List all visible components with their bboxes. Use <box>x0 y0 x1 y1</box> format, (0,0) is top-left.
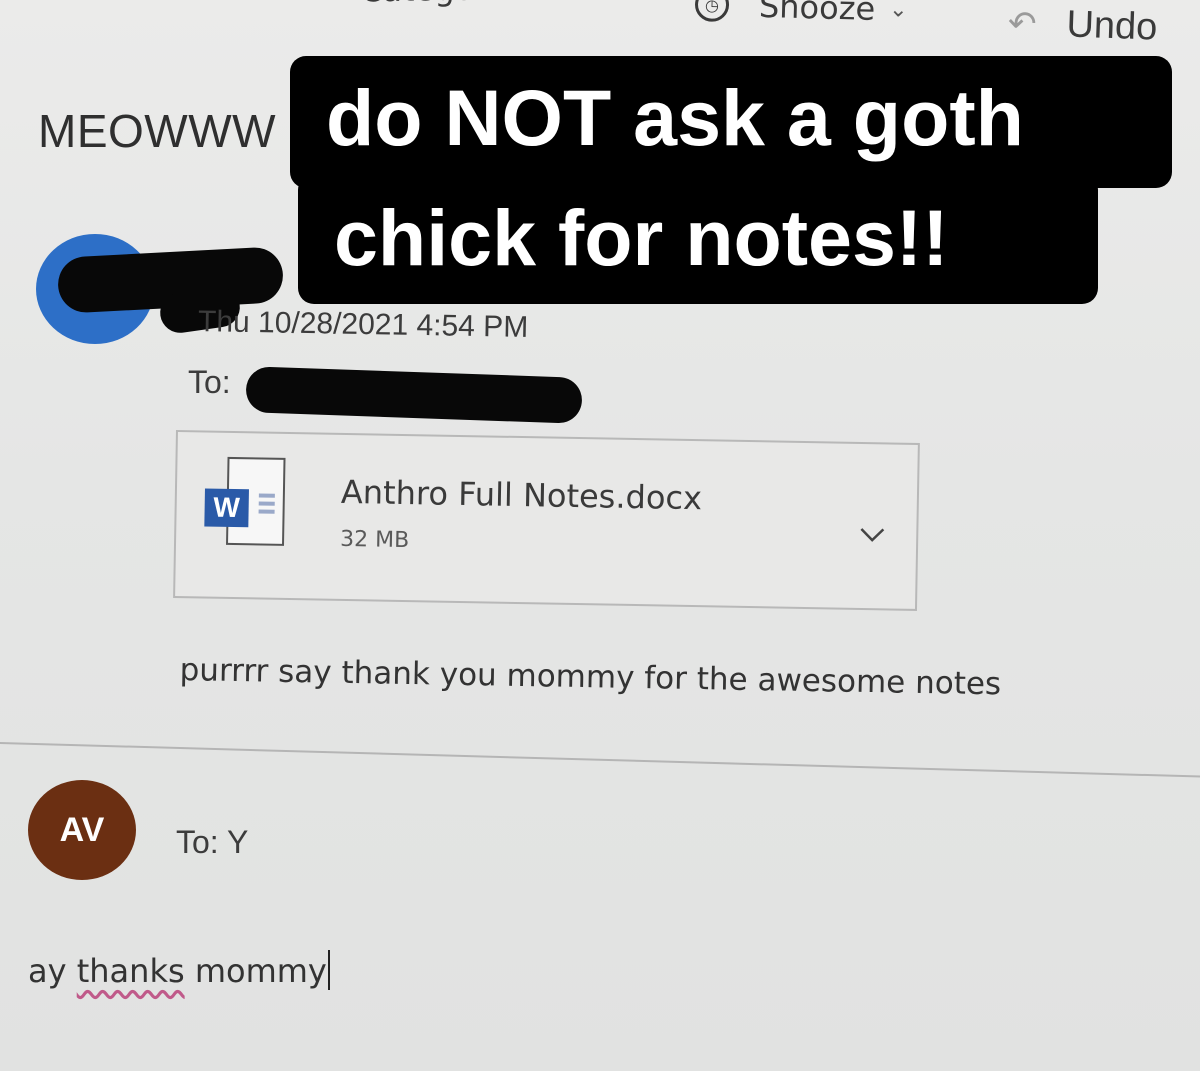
reply-avatar[interactable]: AV <box>28 780 136 880</box>
spellcheck-flagged-word: thanks <box>76 952 185 990</box>
avatar-initials: AV <box>59 810 105 849</box>
undo-label: Undo <box>1065 3 1159 49</box>
meme-caption: do NOT ask a goth chick for notes!! <box>290 56 1172 306</box>
recipient-line: To: <box>188 364 231 401</box>
to-label: To: <box>188 364 231 400</box>
sent-date: Thu 10/28/2021 4:54 PM <box>197 305 529 344</box>
undo-arrow-icon: ↶ <box>1007 3 1038 43</box>
email-body: purrrr say thank you mommy for the aweso… <box>179 652 1002 703</box>
redaction-mark-recipient <box>245 366 583 424</box>
word-doc-icon: W <box>204 456 286 546</box>
email-subject: MEOWWW <box>38 105 277 157</box>
reply-divider <box>0 742 1200 778</box>
chevron-down-icon: ⌄ <box>888 0 908 23</box>
snooze-label: Snooze <box>758 0 876 28</box>
categorize-button[interactable]: Categorize <box>360 0 533 10</box>
text-cursor <box>327 950 330 990</box>
reply-text-suffix: mommy <box>184 952 327 990</box>
caption-line-2: chick for notes!! <box>298 174 1098 304</box>
reply-recipient[interactable]: To: Y <box>176 824 248 861</box>
categorize-label: Categorize <box>360 0 533 10</box>
email-reading-pane: Categorize ◷ Snooze ⌄ ↶ Undo MEOWWW Thu … <box>0 0 1200 1071</box>
chevron-down-icon[interactable] <box>858 520 886 548</box>
attachment-file-size: 32 MB <box>339 526 410 554</box>
reply-body-input[interactable]: ay thanks mommy <box>28 950 330 990</box>
reply-text-prefix: ay <box>28 952 77 990</box>
clock-icon: ◷ <box>694 0 730 23</box>
attachment-card[interactable]: W Anthro Full Notes.docx 32 MB <box>173 430 920 611</box>
caption-line-1: do NOT ask a goth <box>290 56 1172 188</box>
attachment-file-name: Anthro Full Notes.docx <box>340 472 703 518</box>
snooze-button[interactable]: ◷ Snooze ⌄ <box>694 0 909 29</box>
undo-button[interactable]: ↶ Undo <box>1007 1 1158 49</box>
